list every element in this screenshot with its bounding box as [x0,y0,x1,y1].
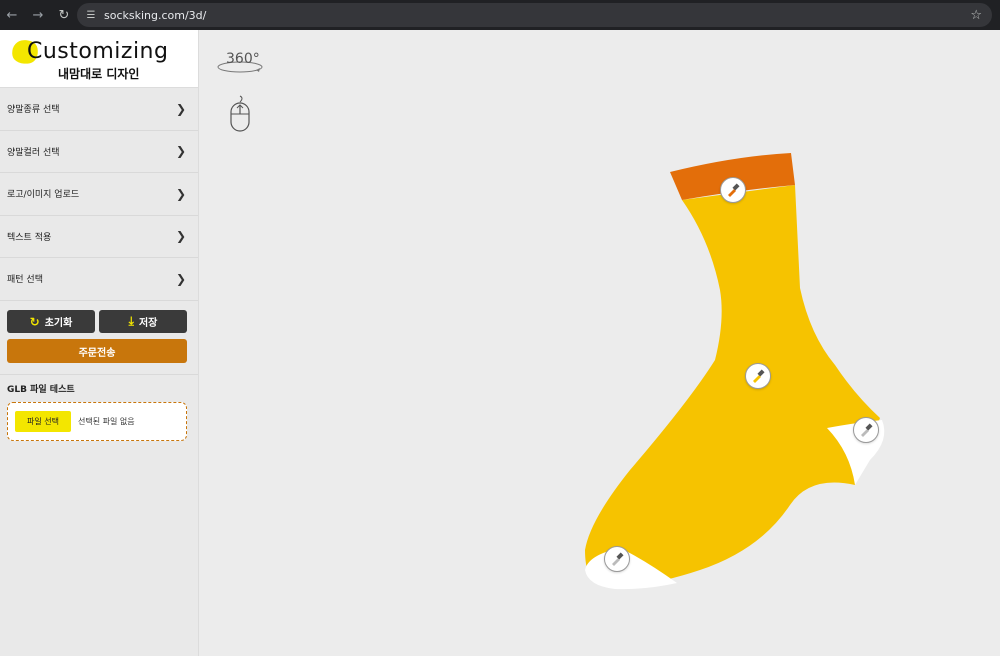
rotate-360-icon: 360° [216,50,264,76]
action-button-row: ↻ 초기화 ⤓ 저장 [7,310,187,333]
menu-item-label: 텍스트 적용 [7,232,52,243]
logo-title: Customizing [27,39,169,64]
reload-icon[interactable]: ↻ [55,6,73,24]
rotate-360-label: 360° [226,51,260,67]
reset-icon: ↻ [29,314,40,329]
mouse-icon [228,94,252,138]
address-bar[interactable]: ☰ socksking.com/3d/ ☆ [77,3,992,27]
heel-brush-hotspot-icon[interactable] [853,417,879,443]
sock-model[interactable] [570,140,900,600]
reset-button[interactable]: ↻ 초기화 [7,310,95,333]
sidebar: Customizing 내맘대로 디자인 양말종류 선택 ❯ 양말컬러 선택 ❯… [0,30,199,656]
forward-arrow-icon[interactable]: → [29,6,47,24]
chevron-right-icon: ❯ [175,101,186,116]
bookmark-star-icon[interactable]: ☆ [970,8,982,23]
menu-item-text[interactable]: 텍스트 적용 ❯ [0,216,198,258]
file-status-text: 선택된 파일 없음 [78,417,135,426]
menu-item-label: 로고/이미지 업로드 [7,190,80,201]
chevron-right-icon: ❯ [175,186,186,201]
file-upload-box: 파일 선택 선택된 파일 없음 [7,402,187,441]
browser-toolbar: ← → ↻ ☰ socksking.com/3d/ ☆ [0,0,1000,30]
site-info-icon[interactable]: ☰ [84,8,98,22]
menu-item-sock-color[interactable]: 양말컬러 선택 ❯ [0,131,198,173]
menu-item-sock-type[interactable]: 양말종류 선택 ❯ [0,88,198,131]
cuff-brush-hotspot-icon[interactable] [720,177,746,203]
download-icon: ⤓ [128,314,134,328]
3d-viewer-canvas[interactable]: 360° [200,30,1000,656]
sock-body [585,185,880,586]
save-button[interactable]: ⤓ 저장 [99,310,187,333]
logo-subtitle: 내맘대로 디자인 [58,67,140,81]
divider [0,374,198,375]
chevron-right-icon: ❯ [175,144,186,159]
order-submit-button[interactable]: 주문전송 [7,339,187,363]
back-arrow-icon[interactable]: ← [3,6,21,24]
menu-item-label: 양말종류 선택 [7,105,60,116]
save-button-label: 저장 [138,318,158,329]
reset-button-label: 초기화 [44,318,73,329]
toe-brush-hotspot-icon[interactable] [604,546,630,572]
chevron-right-icon: ❯ [175,271,186,286]
menu-item-pattern[interactable]: 패턴 선택 ❯ [0,258,198,301]
menu-item-label: 패턴 선택 [7,275,43,286]
file-select-button[interactable]: 파일 선택 [15,411,71,432]
glb-section-heading: GLB 파일 테스트 [7,385,75,395]
body-brush-hotspot-icon[interactable] [745,363,771,389]
url-text: socksking.com/3d/ [104,8,207,22]
menu-item-label: 양말컬러 선택 [7,147,60,158]
logo: Customizing 내맘대로 디자인 [0,30,198,88]
chevron-right-icon: ❯ [175,229,186,244]
menu-item-logo-upload[interactable]: 로고/이미지 업로드 ❯ [0,173,198,216]
